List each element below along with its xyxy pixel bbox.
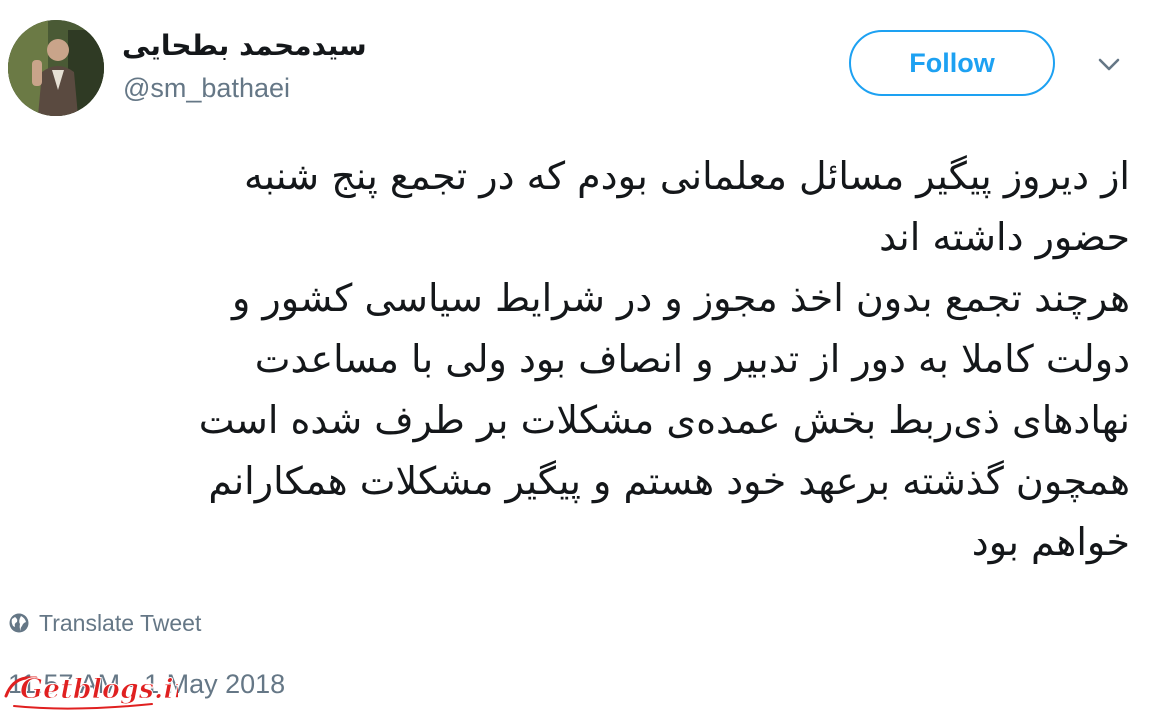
chevron-down-icon <box>1098 58 1120 71</box>
tweet-text-line: نهادهای ذی‌ربط بخش عمده‌ی مشکلات بر طرف … <box>198 398 1130 442</box>
globe-icon <box>9 613 29 633</box>
tweet-text-line: خواهم بود <box>971 520 1130 564</box>
follow-button[interactable]: Follow <box>849 30 1055 96</box>
tweet-text-line: از دیروز پیگیر مسائل معلمانی بودم که در … <box>244 154 1130 198</box>
tweet-text-line: همچون گذشته برعهد خود هستم و پیگیر مشکلا… <box>208 459 1130 503</box>
author-handle[interactable]: @sm_bathaei <box>123 70 290 106</box>
tweet-text-line: حضور داشته اند <box>879 215 1130 259</box>
tweet-text-line: هرچند تجمع بدون اخذ مجوز و در شرایط سیاس… <box>232 276 1130 320</box>
author-display-name[interactable]: سیدمحمد بطحایی <box>122 26 367 66</box>
avatar[interactable] <box>8 20 104 116</box>
tweet-menu-button[interactable] <box>1094 52 1124 78</box>
tweet-text: از دیروز پیگیر مسائل معلمانی بودم که در … <box>40 146 1130 573</box>
avatar-photo <box>8 20 104 116</box>
tweet-text-line: دولت کاملا به دور از تدبیر و انصاف بود و… <box>254 337 1130 381</box>
watermark-logo: Getblogs.ir <box>4 674 178 710</box>
translate-tweet-link[interactable]: Translate Tweet <box>8 606 201 640</box>
svg-text:Getblogs.ir: Getblogs.ir <box>20 674 178 705</box>
translate-tweet-label: Translate Tweet <box>39 609 202 636</box>
